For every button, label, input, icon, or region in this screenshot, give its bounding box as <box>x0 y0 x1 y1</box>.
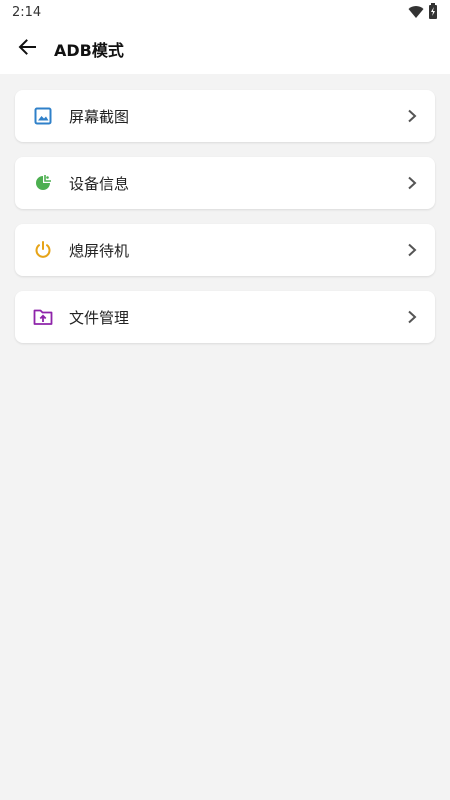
back-button[interactable] <box>14 36 40 62</box>
chevron-right-icon <box>405 243 419 257</box>
image-icon <box>33 106 53 126</box>
menu-item-label: 屏幕截图 <box>69 107 130 126</box>
power-icon <box>33 240 53 260</box>
app-bar: ADB模式 <box>0 24 450 74</box>
menu-item-device-info[interactable]: 设备信息 <box>15 157 435 209</box>
folder-upload-icon <box>33 307 53 327</box>
menu-item-label: 文件管理 <box>69 308 130 327</box>
arrow-back-icon <box>18 38 36 60</box>
menu-item-label: 设备信息 <box>69 174 130 193</box>
status-icons <box>408 3 438 23</box>
page-title: ADB模式 <box>54 41 124 60</box>
chevron-right-icon <box>405 176 419 190</box>
menu-item-screen-off[interactable]: 熄屏待机 <box>15 224 435 276</box>
menu-list: 屏幕截图 设备信息 熄屏待机 文件管理 <box>0 74 450 343</box>
menu-item-screenshot[interactable]: 屏幕截图 <box>15 90 435 142</box>
chevron-right-icon <box>405 109 419 123</box>
menu-item-file-manager[interactable]: 文件管理 <box>15 291 435 343</box>
menu-item-label: 熄屏待机 <box>69 241 130 260</box>
device-info-icon <box>33 173 53 193</box>
status-time: 2:14 <box>12 4 42 20</box>
chevron-right-icon <box>405 310 419 324</box>
wifi-icon <box>408 4 424 23</box>
battery-icon <box>428 3 438 23</box>
status-bar: 2:14 <box>0 0 450 24</box>
